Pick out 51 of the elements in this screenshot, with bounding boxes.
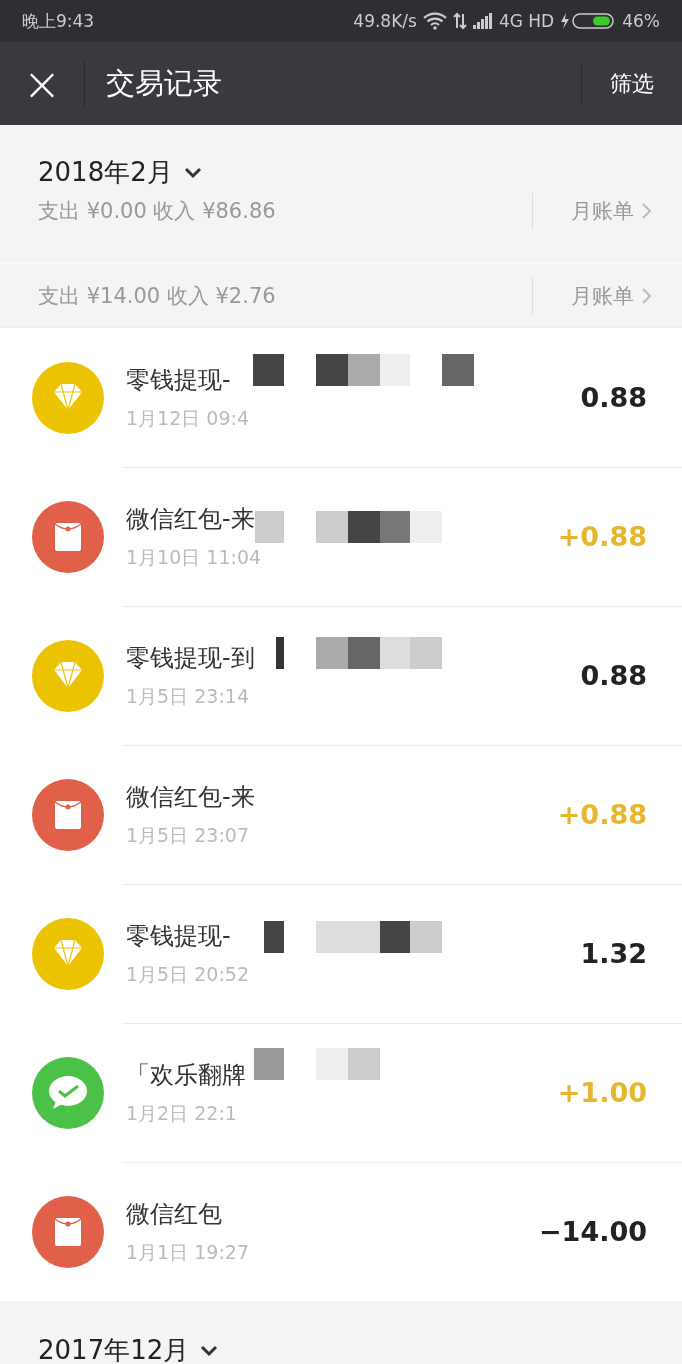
transaction-amount: +0.88 <box>557 799 647 830</box>
transaction-time: 1月10日 11:04 <box>126 544 263 570</box>
transaction-title: 零钱提现-到 <box>126 642 256 674</box>
envelope-icon <box>32 1195 104 1268</box>
transaction-amount: 0.88 <box>580 660 647 691</box>
transaction-time: 1月5日 20:52 <box>126 961 250 987</box>
transaction-row[interactable]: 零钱提现- 1月5日 20:52 1.32 <box>0 884 682 1023</box>
month-selector[interactable]: 2017年12月 <box>38 1333 220 1364</box>
chevron-icon <box>640 201 654 221</box>
transaction-amount: −14.00 <box>538 1216 647 1247</box>
transaction-row[interactable]: 微信红包 1月1日 19:27 −14.00 <box>0 1162 682 1301</box>
transaction-amount: +1.00 <box>557 1077 647 1108</box>
transaction-row[interactable]: 零钱提现-到 1月5日 23:14 0.88 <box>0 606 682 745</box>
envelope-icon <box>32 500 104 573</box>
network-speed: 49.8K/s <box>353 11 417 31</box>
filter-button[interactable]: 筛选 <box>582 68 682 99</box>
transaction-title: 微信红包-来 <box>126 781 256 813</box>
caret-icon <box>182 165 203 180</box>
status-time: 晚上9:43 <box>22 9 95 33</box>
envelope-icon <box>32 778 104 851</box>
wifi-icon <box>422 12 447 30</box>
caret-icon <box>199 1343 220 1358</box>
month-summary: 支出 ¥0.00 收入 ¥86.86 <box>38 198 277 225</box>
transaction-time: 1月1日 19:27 <box>126 1239 250 1265</box>
month-selector[interactable]: 2018年2月 <box>38 155 203 190</box>
network-type: 4G HD <box>498 11 555 31</box>
transaction-title: 零钱提现- <box>126 364 232 396</box>
transaction-row[interactable]: 「欢乐翻牌 1月2日 22:1 +1.00 <box>0 1023 682 1162</box>
chevron-icon <box>640 285 654 306</box>
signal-icon <box>472 13 493 29</box>
transaction-time: 1月5日 23:07 <box>126 822 250 848</box>
battery-percent: 46% <box>622 11 660 31</box>
transaction-row[interactable]: 微信红包-来 1月5日 23:07 +0.88 <box>0 745 682 884</box>
transaction-time: 1月2日 22:1 <box>126 1100 238 1126</box>
close-button[interactable]: × <box>0 60 84 107</box>
transaction-title: 「欢乐翻牌 <box>126 1059 247 1091</box>
month-summary: 支出 ¥14.00 收入 ¥2.76 <box>38 282 277 310</box>
transaction-amount: 1.32 <box>580 938 647 969</box>
transaction-title: 微信红包-来 <box>126 503 256 535</box>
transaction-amount: 0.88 <box>580 382 647 413</box>
chat-bubble-icon <box>32 1056 104 1129</box>
transaction-time: 1月5日 23:14 <box>126 683 250 709</box>
data-arrows-icon <box>452 12 467 30</box>
transaction-time: 1月12日 09:4 <box>126 405 250 431</box>
transaction-amount: +0.88 <box>557 521 647 552</box>
transaction-row[interactable]: 零钱提现- 1月12日 09:4 0.88 <box>0 328 682 467</box>
transaction-row[interactable]: 微信红包-来 1月10日 11:04 +0.88 <box>0 467 682 606</box>
page-title: 交易记录 <box>106 64 223 102</box>
transaction-title: 微信红包 <box>126 1198 223 1230</box>
battery-icon <box>560 12 617 30</box>
transaction-title: 零钱提现- <box>126 920 232 952</box>
